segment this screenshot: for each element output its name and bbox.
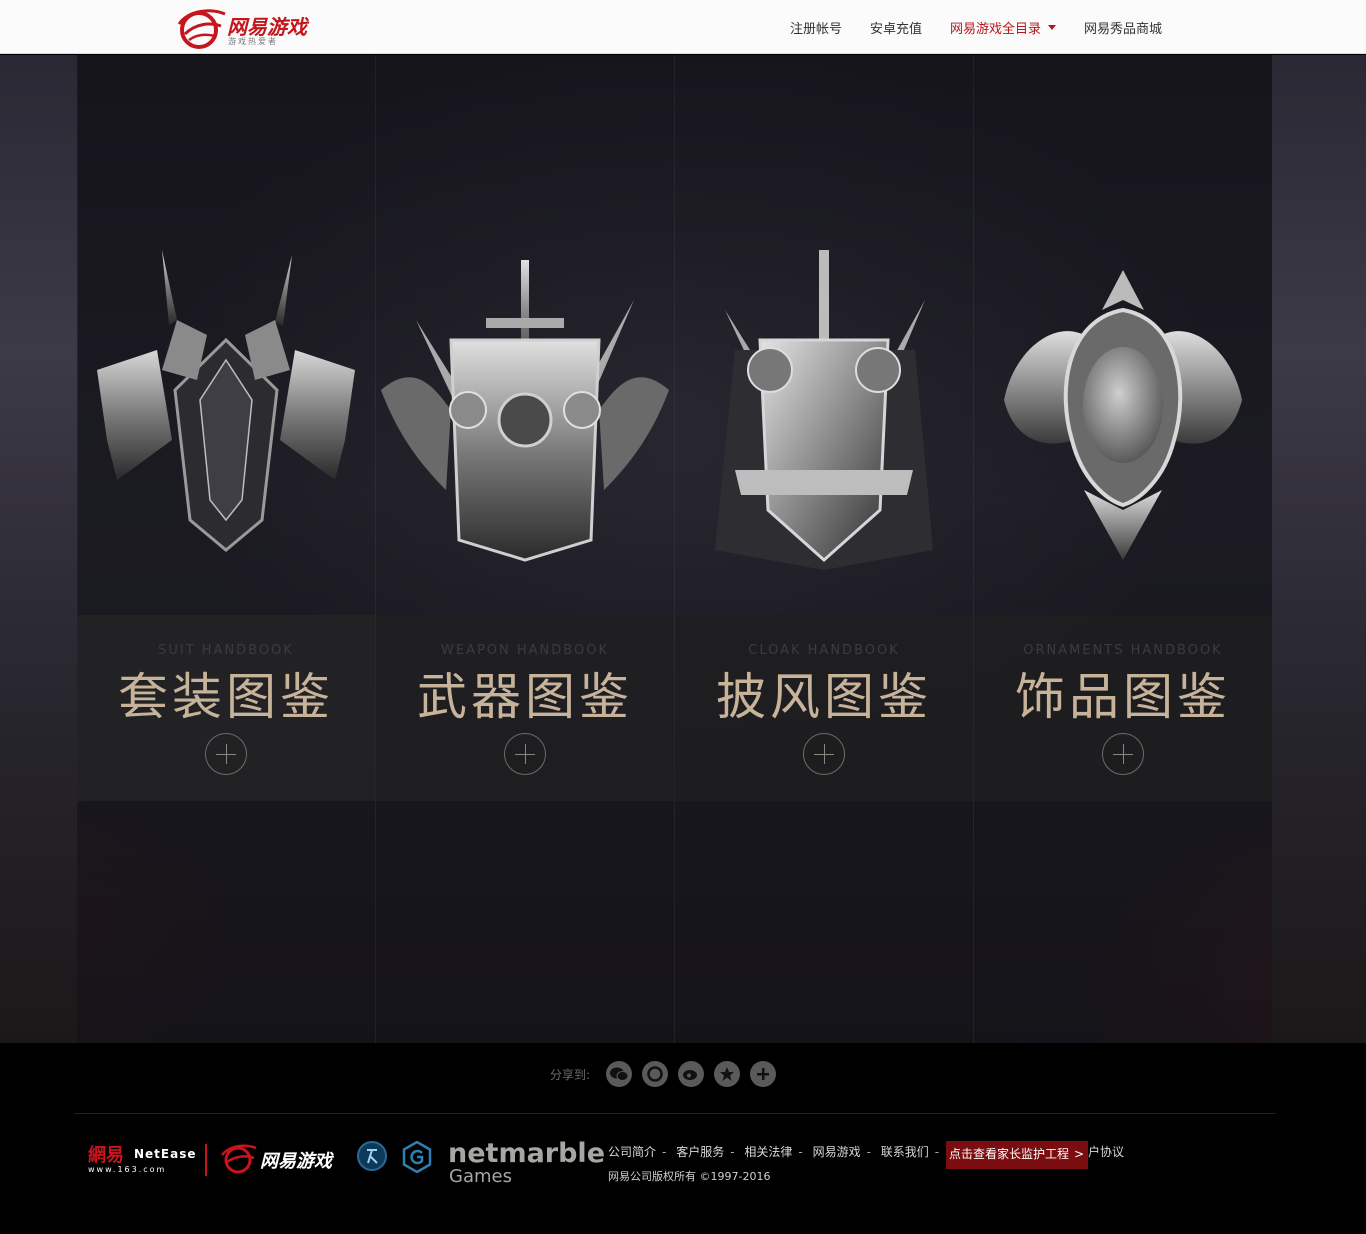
brand-separator [205, 1144, 207, 1176]
cloak-label-box: CLOAK HANDBOOK 披风图鉴 [675, 615, 973, 801]
netmarble-logo-text: netmarble [448, 1138, 606, 1169]
nav-games-catalog-label: 网易游戏全目录 [949, 21, 1041, 37]
parental-guardian-button[interactable]: 点击查看家长监护工程 > [946, 1141, 1088, 1169]
netease-games-footer-logo[interactable]: 网易游戏 [220, 1141, 350, 1177]
footer-link-user-agreement[interactable]: 户协议 [1088, 1143, 1124, 1160]
netease-games-logo[interactable]: 网易游戏 游戏热爱者 [175, 6, 315, 50]
more-icon[interactable] [750, 1061, 777, 1087]
suit-label-box: SUIT HANDBOOK 套装图鉴 [77, 615, 375, 801]
nav-register-account[interactable]: 注册帐号 [790, 18, 842, 37]
footer-links: 公司简介- 客户服务- 相关法律- 网易游戏- 联系我们- 商 [608, 1143, 961, 1160]
page-footer: 分享到: 網易 NetEase www.163.com 网易游戏 netmarb… [0, 1043, 1366, 1234]
qzone-icon[interactable] [642, 1061, 669, 1087]
link-separator: - [730, 1145, 735, 1159]
ornaments-label-en: ORNAMENTS HANDBOOK [1023, 643, 1223, 658]
nav-android-recharge[interactable]: 安卓充值 [870, 18, 922, 37]
nav-netease-store[interactable]: 网易秀品商城 [1084, 18, 1162, 37]
panel-weapon-handbook[interactable]: WEAPON HANDBOOK 武器图鉴 [376, 55, 675, 1043]
ornaments-label-cn: 饰品图鉴 [1015, 668, 1231, 726]
netease-logo-url: www.163.com [88, 1165, 167, 1174]
suit-label-cn: 套装图鉴 [118, 668, 334, 726]
netease-brand-logo[interactable]: 網易 NetEase www.163.com [88, 1141, 198, 1181]
cloak-label-en: CLOAK HANDBOOK [748, 643, 900, 658]
weapon-expand-plus-icon[interactable] [504, 733, 546, 775]
wechat-icon[interactable] [606, 1061, 633, 1087]
share-label: 分享到: [550, 1067, 591, 1082]
caret-down-icon [1047, 24, 1056, 30]
footer-divider [74, 1113, 1276, 1114]
handbook-panels: SUIT HANDBOOK 套装图鉴 WEAPON HANDBOOK 武器图鉴 … [77, 55, 1272, 1043]
footer-link-contact[interactable]: 联系我们 [881, 1145, 929, 1159]
share-bar: 分享到: [550, 1061, 777, 1087]
copyright-text: 网易公司版权所有 ©1997-2016 [608, 1170, 771, 1183]
footer-link-games[interactable]: 网易游戏 [813, 1145, 861, 1159]
panel-suit-handbook[interactable]: SUIT HANDBOOK 套装图鉴 [77, 55, 376, 1043]
netease-logo-icon [177, 9, 226, 49]
background-side-left [0, 55, 78, 1043]
header-nav: 注册帐号 安卓充值 网易游戏全目录 网易秀品商城 [762, 0, 1162, 54]
top-navigation-bar: 网易游戏 游戏热爱者 注册帐号 安卓充值 网易游戏全目录 网易秀品商城 [0, 0, 1366, 54]
cloak-emblem-icon [715, 250, 933, 570]
ornament-emblem-icon [1004, 270, 1242, 560]
g-badge-icon[interactable] [401, 1140, 433, 1174]
weapon-label-box: WEAPON HANDBOOK 武器图鉴 [376, 615, 674, 801]
link-separator: - [866, 1145, 871, 1159]
chevron-right-icon: > [1073, 1147, 1084, 1161]
netease-games-logo-icon [221, 1144, 257, 1174]
background-side-right [1272, 55, 1366, 1043]
footer-link-company[interactable]: 公司简介 [608, 1145, 656, 1159]
weapon-label-cn: 武器图鉴 [417, 668, 633, 726]
ornaments-expand-plus-icon[interactable] [1102, 733, 1144, 775]
weibo-icon[interactable] [678, 1061, 705, 1087]
weapon-emblem-icon [381, 260, 669, 562]
netmarble-logo[interactable]: netmarble Games [448, 1138, 605, 1191]
footer-link-legal[interactable]: 相关法律 [744, 1145, 792, 1159]
link-separator: - [662, 1145, 667, 1159]
cloak-expand-plus-icon[interactable] [803, 733, 845, 775]
suit-label-en: SUIT HANDBOOK [158, 643, 294, 658]
nav-games-catalog[interactable]: 网易游戏全目录 [950, 18, 1056, 37]
footer-link-service[interactable]: 客户服务 [676, 1145, 724, 1159]
link-separator: - [934, 1145, 940, 1159]
panel-ornaments-handbook[interactable]: ORNAMENTS HANDBOOK 饰品图鉴 [974, 55, 1272, 1043]
netease-logo-en: NetEase [134, 1147, 197, 1161]
link-separator: - [798, 1145, 803, 1159]
ornaments-label-box: ORNAMENTS HANDBOOK 饰品图鉴 [974, 615, 1272, 801]
netease-games-footer-text: 网易游戏 [260, 1151, 332, 1172]
netmarble-logo-sub: Games [449, 1166, 512, 1187]
weapon-label-en: WEAPON HANDBOOK [441, 643, 609, 658]
handbook-scene: SUIT HANDBOOK 套装图鉴 WEAPON HANDBOOK 武器图鉴 … [0, 55, 1366, 1043]
culture-badge-icon[interactable] [357, 1141, 387, 1171]
star-icon[interactable] [714, 1061, 741, 1087]
suit-emblem-icon [97, 250, 355, 552]
logo-subtitle: 游戏热爱者 [228, 37, 278, 46]
netease-logo-cn: 網易 [88, 1145, 124, 1166]
cloak-label-cn: 披风图鉴 [716, 668, 932, 726]
suit-expand-plus-icon[interactable] [205, 733, 247, 775]
panel-cloak-handbook[interactable]: CLOAK HANDBOOK 披风图鉴 [675, 55, 974, 1043]
guardian-label: 点击查看家长监护工程 [949, 1147, 1070, 1161]
